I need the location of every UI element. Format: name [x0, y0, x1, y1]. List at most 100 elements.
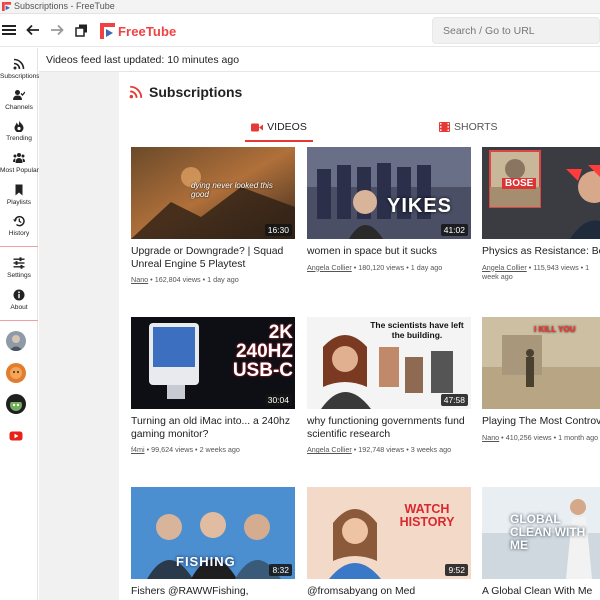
- video-title[interactable]: A Global Clean With Me: [482, 586, 600, 599]
- logo-text: FreeTube: [118, 23, 177, 39]
- video-title[interactable]: Fishers @RAWWFishing,: [131, 586, 295, 599]
- video-card[interactable]: BOSE Physics as Resistance: Bose-Einstei…: [482, 147, 600, 281]
- main-content: Subscriptions VIDEOS SHORTS dying never …: [119, 72, 600, 600]
- video-title[interactable]: women in space but it sucks: [307, 246, 471, 259]
- content-gutter: [39, 72, 119, 600]
- video-title[interactable]: @fromsabyang on Med: [307, 586, 471, 599]
- sidebar-item-label: Most Popular: [0, 167, 39, 174]
- users-icon: [13, 153, 25, 163]
- channel-link[interactable]: Nano: [482, 433, 499, 442]
- info-icon: [13, 289, 25, 301]
- window-title: Subscriptions - FreeTube: [14, 1, 115, 11]
- sidebar-item-trending[interactable]: Trending: [0, 120, 38, 150]
- video-stats: • 180,120 views • 1 day ago: [351, 262, 443, 272]
- sidebar-item-label: History: [8, 230, 30, 237]
- freetube-logo-icon: [100, 23, 115, 39]
- sidebar-item-label: Subscriptions: [0, 73, 40, 80]
- tab-shorts[interactable]: SHORTS: [439, 115, 498, 139]
- back-arrow-icon[interactable]: [24, 21, 42, 39]
- sidebar: Subscriptions Channels Trending Most Pop…: [0, 48, 40, 600]
- video-duration: 9:52: [445, 564, 468, 576]
- freetube-app-icon: [2, 2, 11, 11]
- sidebar-item-history[interactable]: History: [0, 215, 38, 245]
- video-meta: Nano • 162,804 views • 1 day ago: [131, 275, 295, 284]
- sidebar-item-label: About: [10, 304, 28, 311]
- video-stats: • 162,804 views • 1 day ago: [148, 275, 239, 284]
- video-title[interactable]: why functioning governments fund scienti…: [307, 416, 471, 441]
- video-title[interactable]: Turning an old iMac into... a 240hz gami…: [131, 416, 295, 441]
- video-thumbnail[interactable]: dying never looked this good 16:30: [131, 147, 295, 239]
- channel-avatar[interactable]: [6, 394, 26, 414]
- video-card[interactable]: YIKES 41:02 women in space but it sucks …: [307, 147, 472, 272]
- video-camera-icon: [251, 123, 264, 131]
- thumbnail-overlay-text: The scientists have left the building.: [370, 320, 464, 340]
- sidebar-item-label: Channels: [5, 104, 33, 111]
- video-thumbnail[interactable]: I KILL YOU: [482, 317, 600, 409]
- rss-icon: [13, 58, 25, 70]
- thumbnail-overlay-text: WATCH HISTORY: [399, 502, 455, 529]
- video-card[interactable]: WATCH HISTORY 9:52 @fromsabyang on Med: [307, 487, 472, 599]
- tab-active-indicator: [245, 140, 313, 142]
- sidebar-item-most-popular[interactable]: Most Popular: [0, 152, 39, 182]
- tab-label: SHORTS: [454, 121, 498, 133]
- sidebar-divider: [0, 320, 38, 321]
- fire-icon: [14, 120, 24, 132]
- channel-avatar[interactable]: [6, 426, 26, 446]
- freetube-logo[interactable]: FreeTube: [100, 21, 176, 41]
- sidebar-item-label: Trending: [6, 135, 32, 142]
- new-window-icon[interactable]: [72, 21, 90, 39]
- sidebar-item-subscriptions[interactable]: Subscriptions: [0, 58, 40, 88]
- sidebar-item-playlists[interactable]: Playlists: [0, 184, 38, 214]
- channel-link[interactable]: Angela Collier: [307, 263, 352, 272]
- bookmark-icon: [15, 184, 23, 196]
- sidebar-item-settings[interactable]: Settings: [0, 257, 38, 287]
- video-duration: 30:04: [264, 394, 292, 406]
- video-thumbnail[interactable]: 2K 240HZ USB-C 30:04: [131, 317, 295, 409]
- thumbnail-overlay-text: FISHING: [176, 554, 236, 569]
- video-card[interactable]: GLOBAL CLEAN WITH ME A Global Clean With…: [482, 487, 600, 599]
- thumbnail-overlay-text: dying never looked this good: [191, 181, 273, 199]
- video-thumbnail[interactable]: BOSE: [482, 147, 600, 239]
- channel-avatar[interactable]: [6, 331, 26, 351]
- channel-avatar[interactable]: [6, 363, 26, 383]
- thumbnail-overlay-text: 2K 240HZ USB-C: [232, 322, 293, 381]
- sidebar-item-about[interactable]: About: [0, 289, 38, 319]
- sidebar-divider: [0, 246, 38, 247]
- video-stats: • 192,748 views • 3 weeks ago: [351, 445, 452, 454]
- video-card[interactable]: I KILL YOU Playing The Most Controversia…: [482, 317, 600, 442]
- sidebar-item-channels[interactable]: Channels: [0, 89, 38, 119]
- search-input[interactable]: [432, 17, 600, 44]
- sliders-icon: [13, 257, 25, 269]
- channel-link[interactable]: Angela Collier: [307, 445, 352, 454]
- video-card[interactable]: 2K 240HZ USB-C 30:04 Turning an old iMac…: [131, 317, 296, 454]
- tab-label: VIDEOS: [267, 121, 307, 133]
- history-icon: [13, 215, 25, 227]
- video-stats: • 99,624 views • 2 weeks ago: [144, 445, 240, 454]
- thumbnail-overlay-text: YIKES: [387, 195, 453, 217]
- video-duration: 41:02: [440, 224, 468, 236]
- thumbnail-overlay-text: I KILL YOU: [534, 325, 576, 334]
- channel-link[interactable]: Angela Collier: [482, 263, 527, 272]
- video-thumbnail[interactable]: YIKES 41:02: [307, 147, 471, 239]
- tab-videos[interactable]: VIDEOS: [245, 115, 313, 142]
- video-card[interactable]: dying never looked this good 16:30 Upgra…: [131, 147, 296, 284]
- video-thumbnail[interactable]: The scientists have left the building. 4…: [307, 317, 471, 409]
- feed-status: Videos feed last updated: 10 minutes ago: [39, 48, 600, 72]
- forward-arrow-icon[interactable]: [48, 21, 66, 39]
- video-card[interactable]: The scientists have left the building. 4…: [307, 317, 472, 454]
- video-thumbnail[interactable]: WATCH HISTORY 9:52: [307, 487, 471, 579]
- video-duration: 8:32: [269, 564, 292, 576]
- video-title[interactable]: Physics as Resistance: Bose-Einstein Con…: [482, 246, 600, 259]
- video-title[interactable]: Playing The Most Controversial Squad Mod…: [482, 416, 600, 429]
- channel-link[interactable]: f4mi: [131, 445, 145, 454]
- video-meta: Angela Collier • 180,120 views • 1 day a…: [307, 263, 471, 272]
- page-header: Subscriptions: [129, 82, 242, 102]
- channel-link[interactable]: Nano: [131, 275, 148, 284]
- video-title[interactable]: Upgrade or Downgrade? | Squad Unreal Eng…: [131, 246, 295, 271]
- thumbnail-overlay-text: BOSE: [502, 178, 537, 189]
- video-card[interactable]: FISHING 8:32 Fishers @RAWWFishing,: [131, 487, 296, 599]
- video-thumbnail[interactable]: FISHING 8:32: [131, 487, 295, 579]
- hamburger-menu-icon[interactable]: [0, 21, 18, 39]
- video-duration: 47:58: [440, 394, 468, 406]
- video-thumbnail[interactable]: GLOBAL CLEAN WITH ME: [482, 487, 600, 579]
